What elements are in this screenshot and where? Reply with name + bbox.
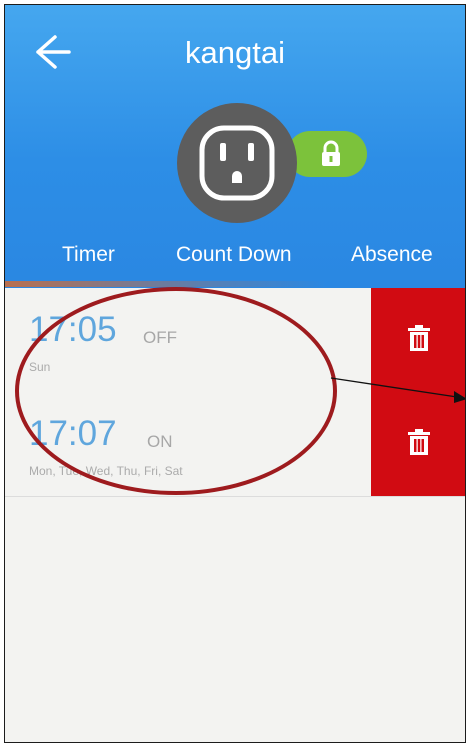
timer-time: 17:05: [29, 310, 117, 349]
tab-bar: Timer Count Down Absence: [5, 243, 465, 277]
timer-row[interactable]: 17:07 ON Mon, Tue, Wed, Thu, Fri, Sat: [5, 392, 465, 497]
timer-state: ON: [147, 432, 173, 451]
timer-days: Mon, Tue, Wed, Thu, Fri, Sat: [29, 464, 183, 478]
delete-button[interactable]: [371, 288, 465, 392]
lock-icon: [322, 140, 340, 166]
timer-time: 17:07: [29, 414, 117, 453]
tab-timer[interactable]: Timer: [62, 243, 115, 267]
phone-screen: kangtai Timer Count Down Absence 17:05 O…: [4, 4, 466, 743]
header: kangtai Timer Count Down Absence: [5, 5, 465, 288]
socket-button[interactable]: [177, 103, 297, 223]
timer-row[interactable]: 17:05 OFF Sun: [5, 288, 465, 393]
power-socket-icon: [199, 125, 275, 201]
trash-icon: [408, 429, 430, 455]
device-status: [177, 103, 377, 223]
tab-absence[interactable]: Absence: [351, 243, 433, 267]
timer-state: OFF: [143, 328, 177, 347]
tab-count-down[interactable]: Count Down: [176, 243, 292, 267]
active-tab-indicator: [5, 281, 465, 287]
trash-icon: [408, 325, 430, 351]
page-title: kangtai: [185, 35, 285, 70]
timer-days: Sun: [29, 360, 51, 374]
delete-button[interactable]: [371, 392, 465, 496]
